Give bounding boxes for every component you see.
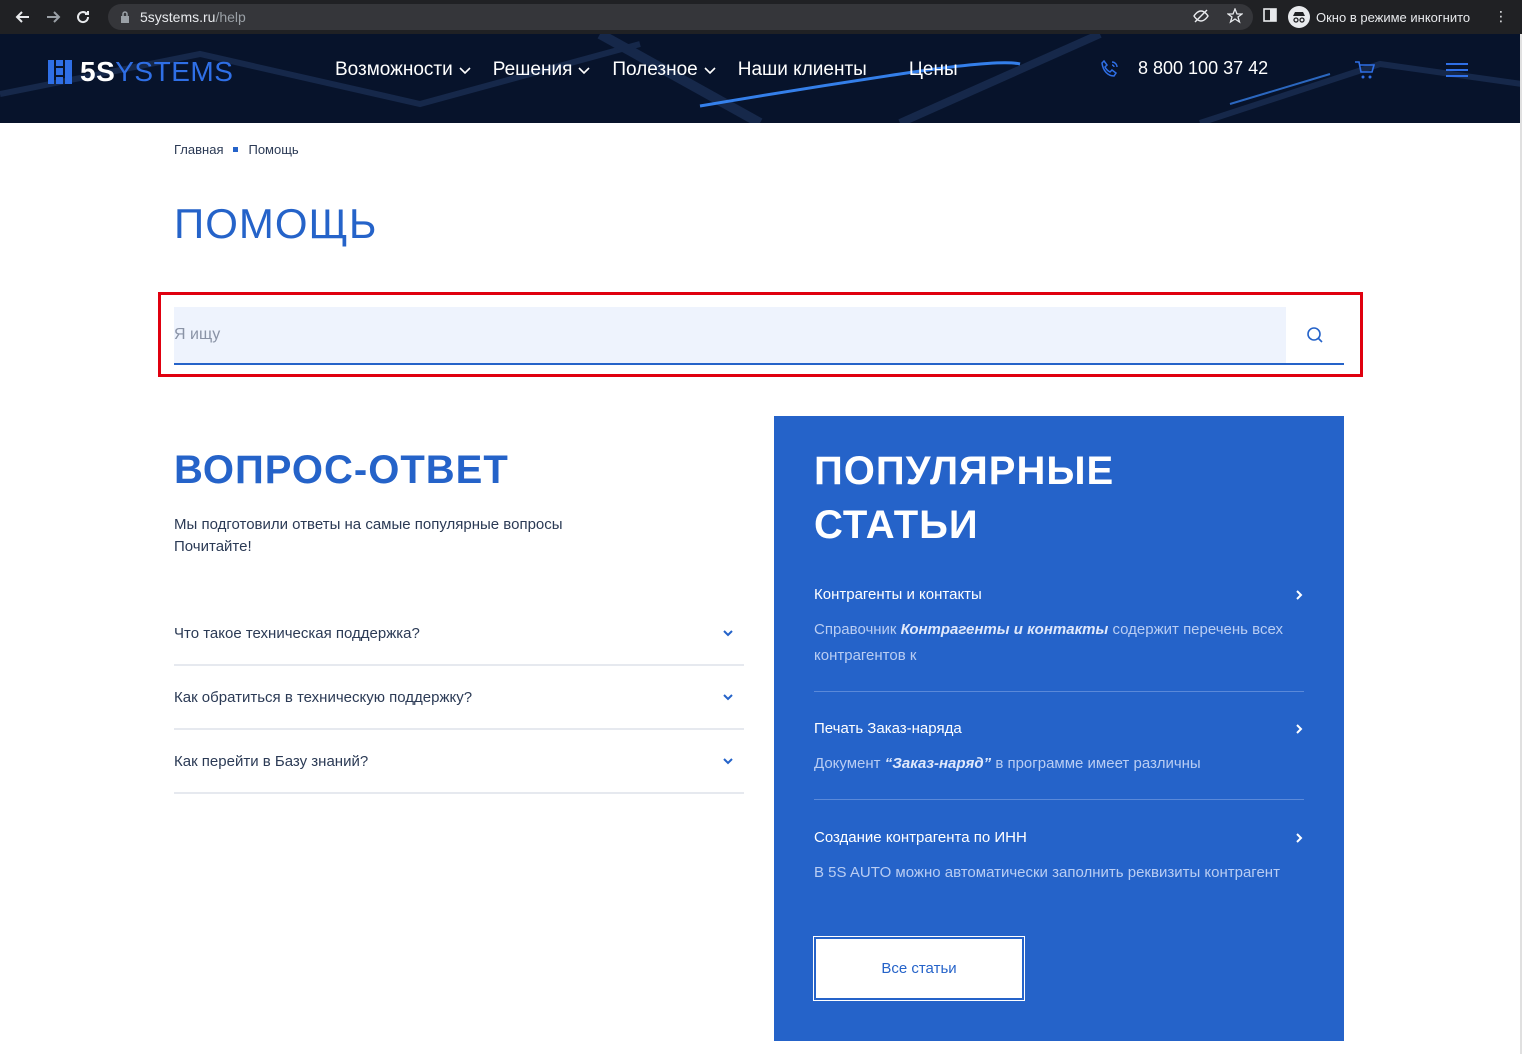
search-icon	[1307, 327, 1323, 343]
popular-articles-panel: ПОПУЛЯРНЫЕ СТАТЬИ Контрагенты и контакты…	[774, 416, 1344, 1041]
search-bar	[174, 307, 1344, 365]
article-excerpt: В 5S AUTO можно автоматически заполнить …	[814, 864, 1280, 881]
faq-title: ВОПРОС-ОТВЕТ	[174, 448, 509, 492]
browser-toolbar: 5systems.ru/help Окно в режиме инкогнито…	[0, 0, 1522, 34]
more-icon[interactable]: ⋮	[1494, 8, 1508, 25]
faq-list: Что такое техническая поддержка? Как обр…	[174, 602, 744, 794]
chevron-down-icon	[578, 67, 590, 75]
faq-description: Мы подготовили ответы на самые популярны…	[174, 514, 694, 558]
article-card[interactable]: Создание контрагента по ИНН В 5S AUTO мо…	[814, 829, 1304, 886]
breadcrumb: Главная Помощь	[174, 142, 299, 157]
faq-description-line: Почитайте!	[174, 538, 252, 555]
breadcrumb-home[interactable]: Главная	[174, 142, 223, 157]
article-title: Создание контрагента по ИНН	[814, 829, 1027, 846]
reload-icon[interactable]	[68, 2, 98, 32]
phone-number: 8 800 100 37 42	[1138, 58, 1269, 78]
popular-title: ПОПУЛЯРНЫЕ СТАТЬИ	[814, 449, 1115, 547]
star-icon[interactable]	[1226, 7, 1244, 29]
article-excerpt: Справочник Контрагенты и контакты содерж…	[814, 621, 1283, 664]
nav-label: Наши клиенты	[737, 59, 867, 80]
chevron-down-icon	[704, 67, 716, 75]
faq-question: Что такое техническая поддержка?	[174, 624, 420, 642]
faq-question: Как перейти в Базу знаний?	[174, 752, 369, 770]
chevron-down-icon	[459, 67, 471, 75]
main-nav: Возможности Решения Полезное Наши клиент…	[335, 58, 980, 82]
cart-icon[interactable]	[1354, 60, 1376, 80]
nav-label: Решения	[492, 59, 573, 80]
search-button[interactable]	[1286, 307, 1344, 363]
divider	[814, 691, 1304, 692]
chevron-down-icon	[723, 630, 733, 637]
nav-item-solutions[interactable]: Решения	[493, 58, 591, 82]
nav-item-clients[interactable]: Наши клиенты	[738, 58, 867, 82]
faq-description-line: Мы подготовили ответы на самые популярны…	[174, 516, 563, 533]
article-excerpt: Документ “Заказ-наряд” в программе имеет…	[814, 755, 1201, 772]
menu-icon[interactable]	[1446, 62, 1468, 78]
divider	[814, 799, 1304, 800]
breadcrumb-current: Помощь	[248, 142, 299, 157]
nav-label: Полезное	[612, 59, 698, 80]
site-header: 5SYSTEMS Возможности Решения Полезное На…	[0, 34, 1522, 123]
chevron-right-icon	[1296, 723, 1303, 734]
page-title: ПОМОЩЬ	[174, 200, 378, 247]
incognito-icon	[1288, 6, 1310, 28]
phone-link[interactable]: 8 800 100 37 42	[1100, 58, 1268, 79]
all-articles-button[interactable]: Все статьи	[813, 936, 1025, 1001]
incognito-label: Окно в режиме инкогнито	[1316, 9, 1471, 25]
url-text: 5systems.ru/help	[140, 9, 246, 25]
nav-label: Цены	[908, 59, 958, 80]
faq-item[interactable]: Как перейти в Базу знаний?	[174, 730, 744, 794]
faq-item[interactable]: Как обратиться в техническую поддержку?	[174, 666, 744, 730]
article-card[interactable]: Контрагенты и контакты Справочник Контра…	[814, 586, 1304, 692]
eye-off-icon[interactable]	[1193, 8, 1209, 29]
lock-icon	[118, 10, 132, 24]
nav-item-useful[interactable]: Полезное	[612, 58, 716, 82]
logo-mark-icon	[48, 60, 72, 84]
article-title: Печать Заказ-наряда	[814, 720, 962, 737]
nav-label: Возможности	[335, 59, 453, 80]
chevron-right-icon	[1296, 589, 1303, 600]
incognito-indicator[interactable]: Окно в режиме инкогнито	[1288, 6, 1470, 28]
faq-item[interactable]: Что такое техническая поддержка?	[174, 602, 744, 666]
breadcrumb-separator	[233, 147, 239, 152]
logo-text: 5SYSTEMS	[80, 56, 234, 87]
chevron-right-icon	[1296, 832, 1303, 843]
chevron-down-icon	[723, 758, 733, 765]
nav-item-features[interactable]: Возможности	[335, 58, 471, 82]
site-logo[interactable]: 5SYSTEMS	[48, 56, 233, 88]
back-icon[interactable]	[8, 2, 38, 32]
chevron-down-icon	[723, 694, 733, 701]
phone-icon	[1101, 59, 1118, 77]
nav-item-prices[interactable]: Цены	[909, 58, 958, 82]
article-card[interactable]: Печать Заказ-наряда Документ “Заказ-наря…	[814, 720, 1304, 800]
forward-icon[interactable]	[38, 2, 68, 32]
side-panel-icon[interactable]	[1262, 7, 1278, 28]
search-input[interactable]	[174, 307, 1286, 363]
faq-question: Как обратиться в техническую поддержку?	[174, 688, 473, 706]
address-bar[interactable]: 5systems.ru/help	[108, 4, 1253, 30]
article-title: Контрагенты и контакты	[814, 586, 982, 603]
